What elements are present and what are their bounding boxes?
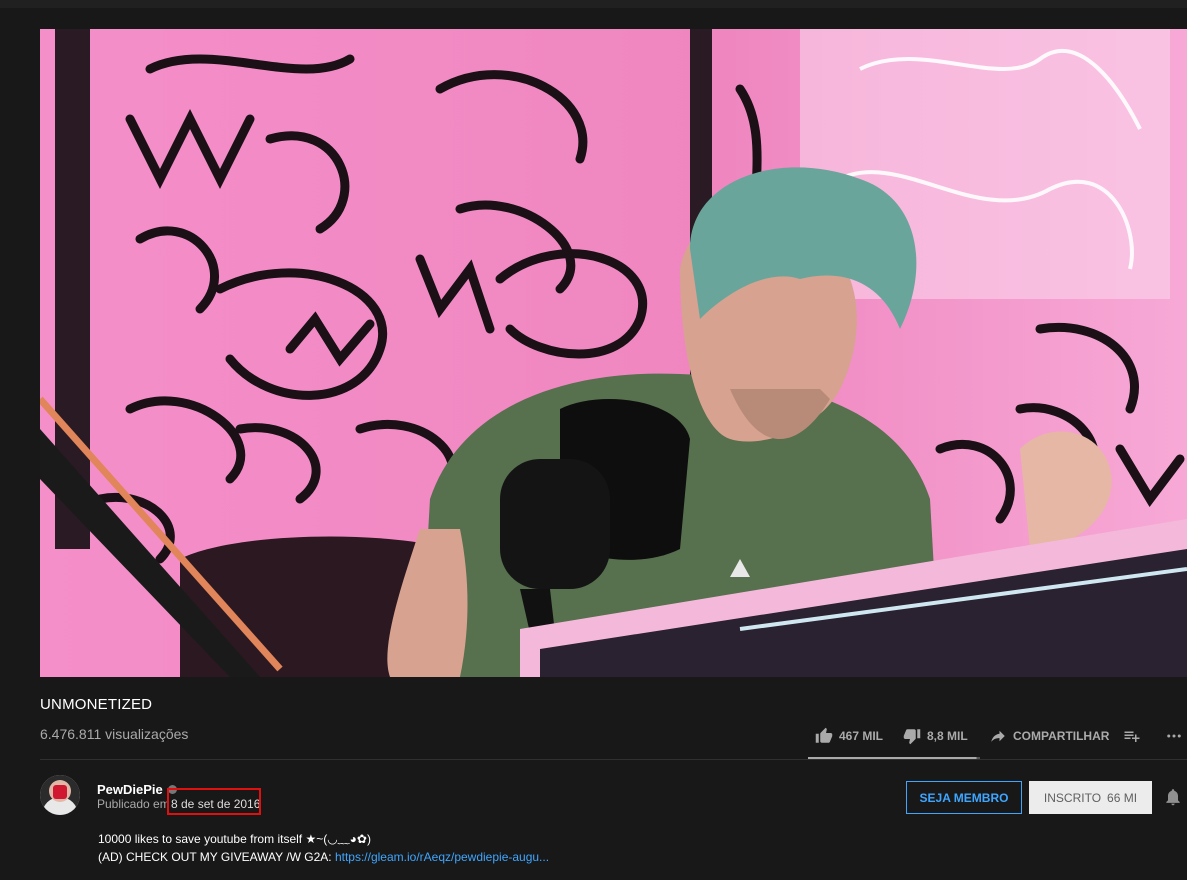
- share-icon: [991, 730, 1005, 742]
- description-ad-text: (AD) CHECK OUT MY GIVEAWAY /W G2A:: [98, 850, 335, 864]
- description-line-2: (AD) CHECK OUT MY GIVEAWAY /W G2A: https…: [98, 850, 549, 864]
- save-to-playlist-icon: [1124, 731, 1140, 742]
- bell-icon: [1166, 789, 1180, 806]
- like-count: 467 MIL: [839, 729, 884, 743]
- published-label: Publicado em: [97, 797, 170, 811]
- avatar-image: [40, 775, 80, 815]
- more-icon: [1167, 734, 1181, 738]
- dislike-icon: [903, 729, 921, 745]
- video-player[interactable]: [40, 29, 1187, 677]
- dislike-count: 8,8 MIL: [927, 729, 968, 743]
- join-button[interactable]: SEJA MEMBRO: [906, 781, 1022, 814]
- channel-avatar[interactable]: [40, 775, 80, 815]
- share-label: COMPARTILHAR: [1013, 729, 1110, 743]
- like-button[interactable]: 467 MIL: [815, 722, 883, 750]
- date-highlight-box: [167, 788, 261, 815]
- like-icon: [815, 727, 833, 743]
- top-bar: [0, 0, 1187, 8]
- video-frame: [40, 29, 1187, 677]
- view-count: 6.476.811 visualizações: [40, 726, 189, 742]
- description-line-1: 10000 likes to save youtube from itself …: [98, 832, 371, 846]
- subscribed-label: INSCRITO: [1043, 790, 1102, 805]
- notification-bell-button[interactable]: [1163, 786, 1183, 813]
- subscriber-count: 66 MI: [1107, 790, 1138, 805]
- giveaway-link[interactable]: https://gleam.io/rAeqz/pewdiepie-augu...: [335, 850, 549, 864]
- divider: [40, 759, 1187, 760]
- dislike-button[interactable]: 8,8 MIL: [903, 722, 968, 750]
- save-to-playlist-button[interactable]: [1123, 722, 1147, 750]
- channel-name-row[interactable]: PewDiePie: [97, 782, 177, 797]
- channel-name[interactable]: PewDiePie: [97, 782, 163, 797]
- video-title: UNMONETIZED: [40, 696, 153, 713]
- share-button[interactable]: COMPARTILHAR: [989, 722, 1109, 750]
- video-actions: 467 MIL 8,8 MIL COMPARTILHAR: [805, 722, 1187, 760]
- more-button[interactable]: [1165, 722, 1187, 750]
- subscribe-button[interactable]: INSCRITO 66 MI: [1029, 781, 1152, 814]
